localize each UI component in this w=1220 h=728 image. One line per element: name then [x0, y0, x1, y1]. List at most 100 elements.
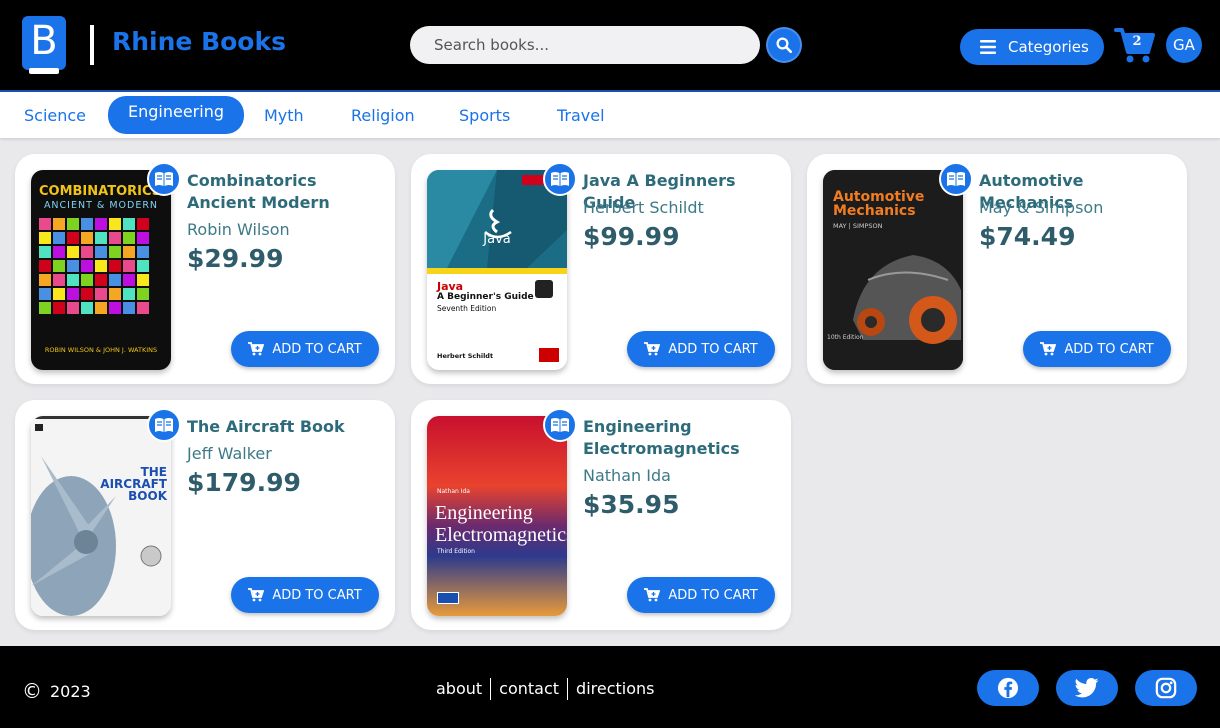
book-price: $35.95 — [583, 490, 680, 519]
nav-item-science[interactable]: Science — [4, 102, 106, 136]
search-button[interactable] — [766, 27, 802, 63]
facebook-icon — [997, 677, 1019, 699]
book-price: $179.99 — [187, 468, 301, 497]
add-to-cart-label: ADD TO CART — [668, 587, 758, 603]
cover-subheading: MAY | SIMPSON — [833, 222, 883, 230]
copyright-icon: © — [22, 679, 42, 703]
add-to-cart-label: ADD TO CART — [1064, 341, 1154, 357]
add-to-cart-label: ADD TO CART — [668, 341, 758, 357]
add-cart-icon — [644, 342, 661, 356]
copyright: © 2023 — [22, 679, 91, 703]
read-book-icon — [551, 418, 569, 432]
book-card[interactable]: Java Java A Beginner's Guide Seventh Edi… — [411, 154, 791, 384]
cover-heading: THE AIRCRAFT BOOK — [100, 465, 167, 503]
add-to-cart-button[interactable]: ADD TO CART — [231, 577, 379, 613]
categories-button[interactable]: Categories — [960, 29, 1104, 65]
add-cart-icon — [248, 588, 265, 602]
book-price: $99.99 — [583, 222, 680, 251]
add-to-cart-button[interactable]: ADD TO CART — [231, 331, 379, 367]
cover-edition: 10th Edition — [827, 334, 864, 341]
read-book-icon — [947, 172, 965, 186]
twitter-icon — [1075, 678, 1099, 698]
book-card[interactable]: THE AIRCRAFT BOOK The Aircraft Book Jeff… — [15, 400, 395, 630]
cart-count-badge: 2 — [1132, 34, 1142, 49]
add-to-cart-button[interactable]: ADD TO CART — [1023, 331, 1171, 367]
footer-link-directions[interactable]: directions — [568, 679, 662, 700]
book-title[interactable]: The Aircraft Book — [187, 416, 387, 438]
book-price: $29.99 — [187, 244, 284, 273]
cover-edition: Third Edition — [437, 548, 475, 555]
book-title[interactable]: Engineering Electromagnetics — [583, 416, 783, 460]
read-button[interactable] — [939, 162, 973, 196]
user-avatar[interactable]: GA — [1166, 27, 1202, 63]
footer-link-about[interactable]: about — [428, 679, 490, 700]
footer-links: about contact directions — [428, 678, 663, 700]
add-cart-icon — [644, 588, 661, 602]
book-author: Jeff Walker — [187, 444, 272, 463]
add-cart-icon — [1040, 342, 1057, 356]
book-author: Herbert Schildt — [583, 198, 704, 217]
read-book-icon — [155, 418, 173, 432]
book-card[interactable]: Automotive Mechanics MAY | SIMPSON 10th … — [807, 154, 1187, 384]
read-book-icon — [155, 172, 173, 186]
read-button[interactable] — [543, 408, 577, 442]
add-cart-icon — [248, 342, 265, 356]
logo-divider — [90, 25, 94, 65]
add-to-cart-label: ADD TO CART — [272, 587, 362, 603]
nav-item-sports[interactable]: Sports — [439, 102, 530, 136]
cover-badge — [437, 592, 459, 604]
search-input[interactable] — [410, 26, 760, 64]
instagram-button[interactable] — [1135, 670, 1197, 706]
add-to-cart-button[interactable]: ADD TO CART — [627, 577, 775, 613]
cover-heading: Engineering Electromagnetics — [435, 502, 567, 546]
brand-logo-icon[interactable]: B — [22, 16, 66, 74]
instagram-icon — [1155, 677, 1177, 699]
cover-art — [31, 416, 171, 616]
book-card[interactable]: Nathan Ida Engineering Electromagnetics … — [411, 400, 791, 630]
site-footer: © 2023 about contact directions — [0, 646, 1220, 728]
book-price: $74.49 — [979, 222, 1076, 251]
cover-heading: Automotive Mechanics — [833, 189, 925, 219]
book-author: Robin Wilson — [187, 220, 290, 239]
cover-subheading: ANCIENT & MODERN — [43, 200, 159, 211]
book-cover[interactable]: THE AIRCRAFT BOOK — [31, 416, 171, 616]
book-cover[interactable]: Nathan Ida Engineering Electromagnetics … — [427, 416, 567, 616]
cover-editors: ROBIN WILSON & JOHN J. WATKINS — [44, 346, 158, 354]
book-cover[interactable]: Java Java A Beginner's Guide Seventh Edi… — [427, 170, 567, 370]
category-nav: Science Engineering Myth Religion Sports… — [0, 90, 1220, 138]
cover-subheading: A Beginner's Guide — [437, 292, 534, 302]
copyright-year: 2023 — [50, 681, 91, 701]
cover-author: Herbert Schildt — [437, 352, 494, 360]
cover-art — [427, 170, 567, 362]
categories-label: Categories — [1008, 38, 1089, 56]
logo-letter: B — [30, 18, 58, 64]
book-card[interactable]: COMBINATORICS ANCIENT & MODERN ROBIN WIL… — [15, 154, 395, 384]
facebook-button[interactable] — [977, 670, 1039, 706]
nav-item-engineering[interactable]: Engineering — [108, 96, 244, 134]
book-title[interactable]: Combinatorics Ancient Modern — [187, 170, 387, 214]
cover-edition: Seventh Edition — [437, 304, 497, 313]
add-to-cart-button[interactable]: ADD TO CART — [627, 331, 775, 367]
twitter-button[interactable] — [1056, 670, 1118, 706]
menu-icon — [980, 40, 996, 54]
footer-link-contact[interactable]: contact — [491, 679, 567, 700]
add-to-cart-label: ADD TO CART — [272, 341, 362, 357]
book-cover[interactable]: COMBINATORICS ANCIENT & MODERN ROBIN WIL… — [31, 170, 171, 370]
cover-author: Nathan Ida — [437, 488, 470, 495]
book-author: Nathan Ida — [583, 466, 671, 485]
read-button[interactable] — [147, 162, 181, 196]
nav-item-travel[interactable]: Travel — [537, 102, 625, 136]
nav-item-myth[interactable]: Myth — [244, 102, 324, 136]
nav-item-religion[interactable]: Religion — [331, 102, 435, 136]
site-header: B Rhine Books Categories 2 GA — [0, 0, 1220, 90]
logo-ribbon — [29, 68, 59, 74]
search-icon — [776, 37, 793, 54]
read-button[interactable] — [147, 408, 181, 442]
book-cover[interactable]: Automotive Mechanics MAY | SIMPSON 10th … — [823, 170, 963, 370]
cover-heading-logo: Java — [483, 232, 511, 247]
brand-name[interactable]: Rhine Books — [112, 27, 286, 56]
read-book-icon — [551, 172, 569, 186]
book-author: May & Simpson — [979, 198, 1104, 217]
read-button[interactable] — [543, 162, 577, 196]
cover-art — [39, 218, 149, 314]
